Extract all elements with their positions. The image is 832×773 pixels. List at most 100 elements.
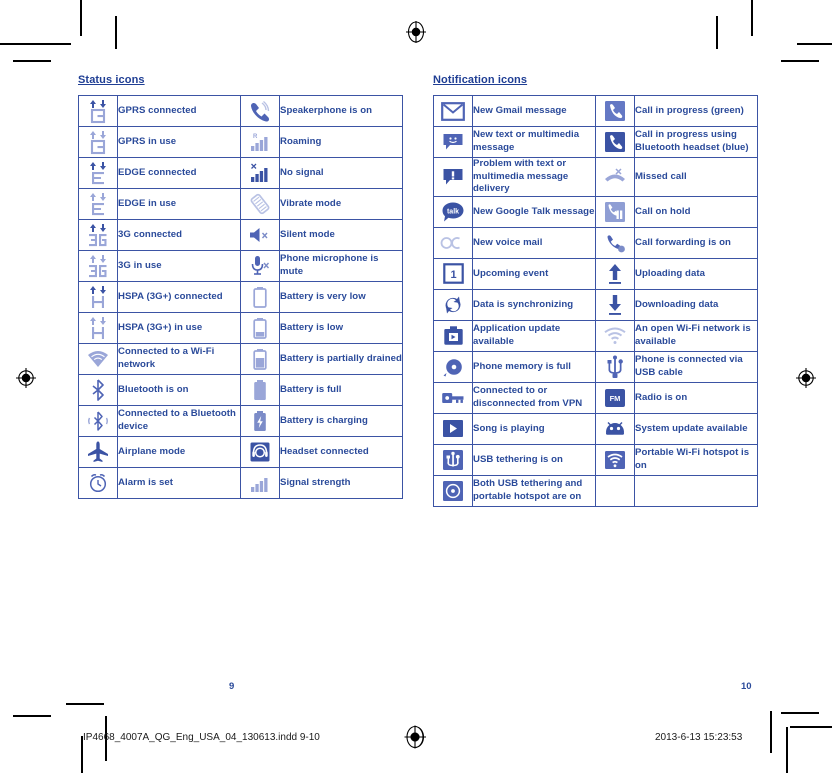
status-icon-label: Roaming [279, 126, 403, 158]
notification-icon-cell [433, 226, 473, 259]
battery-low-icon [245, 315, 275, 341]
notification-icon-cell: talk [433, 195, 473, 228]
hspa-in-use-icon [83, 315, 113, 341]
notification-icon-cell: 1 [433, 257, 473, 290]
wifi-connected-icon [83, 346, 113, 372]
notification-icon-cell [433, 412, 473, 445]
battery-full-icon [245, 377, 275, 403]
table-row: Problem with text or multimedia message … [433, 157, 758, 197]
mic-mute-icon [245, 253, 275, 279]
table-row: New text or multimedia message Call in p… [433, 126, 758, 158]
status-icon-label: Battery is low [279, 312, 403, 344]
notification-icon-cell [433, 381, 473, 414]
status-icon-cell [78, 95, 118, 127]
slug-timestamp: 2013-6-13 15:23:53 [655, 732, 743, 743]
table-row: Connected to or disconnected from VPN FM… [433, 381, 758, 414]
gprs-in-use-icon [83, 129, 113, 155]
notification-icon-label: Upcoming event [472, 257, 596, 290]
notification-icon-label: Call on hold [634, 195, 758, 228]
both-tethering-icon [438, 478, 468, 504]
notification-icon-cell [595, 257, 635, 290]
notification-icon-label: An open Wi-Fi network is available [634, 319, 758, 352]
slug-filename: IP4668_4007A_QG_Eng_USA_04_130613.indd 9… [83, 732, 320, 743]
notification-icon-label: Missed call [634, 157, 758, 197]
table-row: HSPA (3G+) in use Battery is low [78, 312, 403, 344]
vpn-icon [438, 385, 468, 411]
status-icon-label: 3G in use [117, 250, 241, 282]
notification-icon-cell: FM [595, 381, 635, 414]
notification-icon-cell [433, 288, 473, 321]
notification-icon-label: Problem with text or multimedia message … [472, 157, 596, 197]
status-icons-table: GPRS connected Speakerphone is on GPRS i… [78, 95, 403, 499]
status-icon-cell [240, 281, 280, 313]
battery-very-low-icon [245, 284, 275, 310]
sync-icon [438, 292, 468, 318]
roaming-icon: R [245, 129, 275, 155]
notification-icon-label: Portable Wi-Fi hotspot is on [634, 443, 758, 476]
notification-icon-label: Uploading data [634, 257, 758, 290]
status-icon-cell [78, 126, 118, 158]
status-icons-section: Status icons GPRS connected Speakerphone… [78, 74, 403, 499]
notification-icon-label: New voice mail [472, 226, 596, 259]
status-icon-label: EDGE connected [117, 157, 241, 189]
sms-problem-icon [438, 164, 468, 190]
status-icon-cell [78, 219, 118, 251]
notification-icon-label: Data is synchronizing [472, 288, 596, 321]
call-bluetooth-icon [600, 129, 630, 155]
notification-icon-label: New text or multimedia message [472, 126, 596, 158]
play-icon [438, 416, 468, 442]
notification-icon-cell [433, 474, 473, 507]
table-row: 3G connected Silent mode [78, 219, 403, 251]
notification-icon-cell [595, 95, 635, 127]
notification-icon-cell [595, 350, 635, 383]
app-update-icon [438, 323, 468, 349]
notification-icon-cell [433, 157, 473, 197]
notification-icon-label: Song is playing [472, 412, 596, 445]
status-icon-label: Airplane mode [117, 436, 241, 468]
notification-icon-label: New Google Talk message [472, 195, 596, 228]
notification-icon-label: Call forwarding is on [634, 226, 758, 259]
table-row: 3G in use Phone microphone is mute [78, 250, 403, 282]
table-row: Connected to a Wi-Fi network Battery is … [78, 343, 403, 375]
notification-icon-cell-empty [595, 474, 635, 507]
table-row: Phone memory is full Phone is connected … [433, 350, 758, 383]
status-icon-cell [240, 436, 280, 468]
status-icon-cell [240, 95, 280, 127]
call-forwarding-icon [600, 230, 630, 256]
status-icon-label: GPRS connected [117, 95, 241, 127]
battery-partial-icon [245, 346, 275, 372]
notification-icon-cell [433, 126, 473, 158]
usb-tethering-icon [438, 447, 468, 473]
page-title-status-icons: Status icons [78, 74, 145, 86]
notification-icon-cell [595, 412, 635, 445]
notification-icon-label: Application update available [472, 319, 596, 352]
download-icon [600, 292, 630, 318]
status-icon-cell: R [240, 126, 280, 158]
notification-icon-cell [433, 95, 473, 127]
memory-full-icon [438, 354, 468, 380]
gmail-icon [438, 98, 468, 124]
status-icon-cell [78, 157, 118, 189]
table-row: Airplane mode Headset connected [78, 436, 403, 468]
notification-icon-cell [433, 319, 473, 352]
table-row: Bluetooth is on Battery is full [78, 374, 403, 406]
3g-connected-icon [83, 222, 113, 248]
status-icon-label: Vibrate mode [279, 188, 403, 220]
hspa-connected-icon [83, 284, 113, 310]
notification-icon-cell [595, 288, 635, 321]
airplane-mode-icon [83, 439, 113, 465]
notification-icon-cell [433, 350, 473, 383]
status-icon-label: Alarm is set [117, 467, 241, 499]
status-icon-cell [78, 281, 118, 313]
edge-connected-icon [83, 160, 113, 186]
table-row: GPRS in use R Roaming [78, 126, 403, 158]
notification-icon-label: Downloading data [634, 288, 758, 321]
table-row: New Gmail message Call in progress (gree… [433, 95, 758, 127]
svg-text:talk: talk [447, 208, 459, 215]
registration-mark-left [15, 367, 37, 389]
google-talk-icon: talk [438, 199, 468, 225]
status-icon-label: Battery is full [279, 374, 403, 406]
status-icon-cell [78, 250, 118, 282]
status-icon-cell [78, 405, 118, 437]
notification-icon-cell [595, 319, 635, 352]
